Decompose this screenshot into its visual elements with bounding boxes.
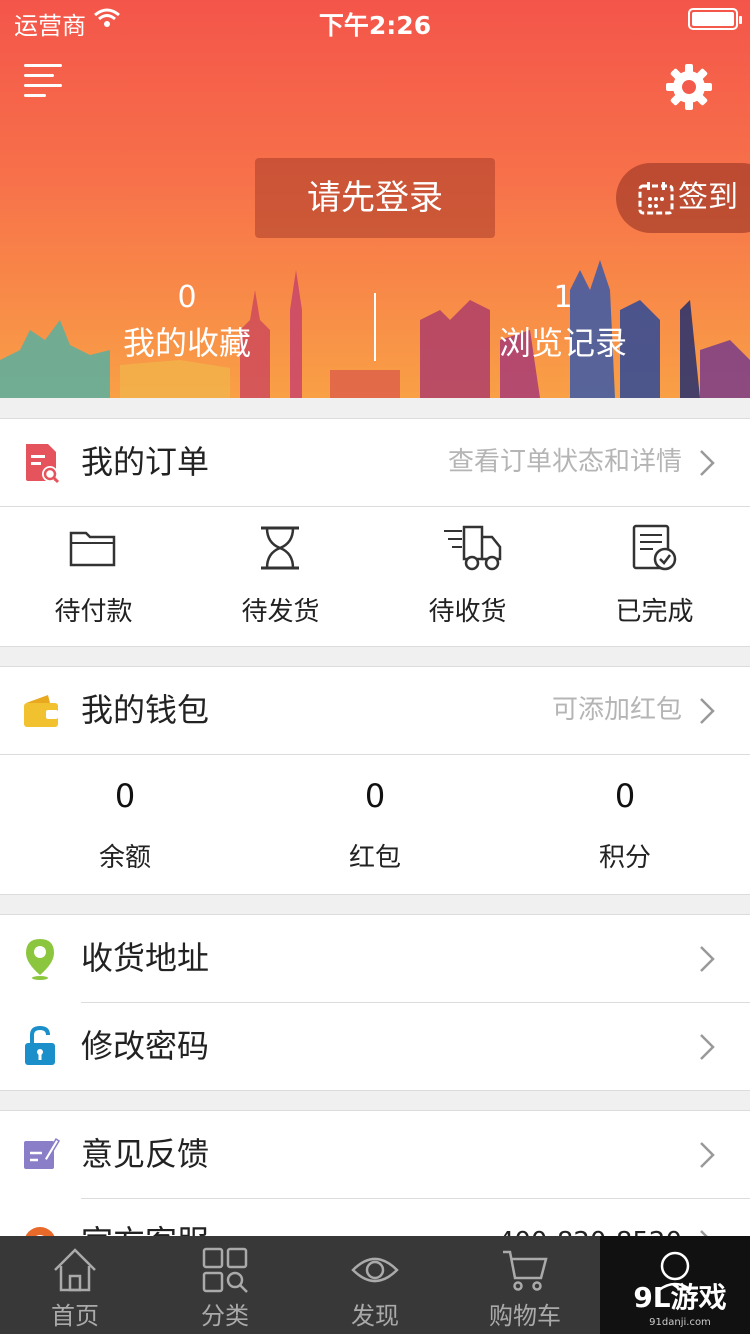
- order-status-label: 待发货: [241, 597, 320, 627]
- points-label: 积分: [598, 843, 651, 873]
- red-packet-value: 0: [364, 777, 386, 815]
- history-stat[interactable]: 1 浏览记录: [433, 278, 693, 368]
- calendar-icon: [638, 182, 674, 215]
- watermark-brand: 9L游戏: [633, 1281, 727, 1314]
- points-value: 0: [614, 777, 636, 815]
- hourglass-icon: [261, 526, 299, 570]
- lock-icon: [25, 1025, 55, 1065]
- checkin-label: 签到: [678, 180, 738, 215]
- chevron-right-icon: [700, 698, 715, 724]
- feedback-row[interactable]: 意见反馈: [0, 1111, 750, 1198]
- status-bar: 运营商 下午2:26: [0, 0, 750, 40]
- order-status-label: 已完成: [615, 597, 694, 627]
- wallet-balance[interactable]: 0 余额: [0, 755, 250, 894]
- tab-discover[interactable]: 发现: [300, 1236, 450, 1334]
- favorites-count: 0: [177, 280, 197, 315]
- chevron-right-icon: [700, 1142, 715, 1168]
- tab-label: 首页: [51, 1302, 99, 1330]
- clock: 下午2:26: [318, 11, 432, 40]
- shipping-address-title: 收货地址: [81, 939, 210, 977]
- order-status-label: 待付款: [54, 597, 133, 627]
- completed-doc-icon: [632, 524, 677, 571]
- home-icon: [54, 1248, 96, 1292]
- watermark-logo: 9L游戏 91danji.com: [610, 1280, 750, 1334]
- truck-icon: [444, 525, 502, 571]
- tab-home[interactable]: 首页: [0, 1236, 150, 1334]
- folder-icon: [69, 531, 116, 567]
- wallet-stats-grid: 0 余额 0 红包 0 积分: [0, 755, 750, 894]
- tab-category[interactable]: 分类: [150, 1236, 300, 1334]
- favorites-stat[interactable]: 0 我的收藏: [57, 278, 317, 368]
- support-card: 意见反馈 官方客服 400-820-8520: [0, 1110, 750, 1250]
- order-status-completed[interactable]: 已完成: [561, 507, 748, 646]
- wallet-points[interactable]: 0 积分: [500, 755, 750, 894]
- order-status-label: 待收货: [428, 597, 507, 627]
- order-document-icon: [26, 444, 60, 484]
- watermark-site: 91danji.com: [649, 1317, 711, 1328]
- my-orders-hint: 查看订单状态和详情: [447, 447, 682, 477]
- order-status-pending-receipt[interactable]: 待收货: [374, 507, 561, 646]
- change-password-title: 修改密码: [81, 1027, 210, 1065]
- my-orders-row[interactable]: 我的订单 查看订单状态和详情: [0, 419, 750, 506]
- shipping-address-row[interactable]: 收货地址: [0, 915, 750, 1002]
- chevron-right-icon: [700, 450, 715, 476]
- favorites-label: 我的收藏: [122, 324, 251, 362]
- stats-divider: [374, 293, 376, 361]
- my-wallet-hint: 可添加红包: [551, 695, 682, 725]
- tab-label: 发现: [351, 1302, 399, 1330]
- balance-label: 余额: [98, 843, 151, 873]
- tab-label: 分类: [201, 1302, 249, 1330]
- location-pin-icon: [26, 939, 54, 980]
- red-packet-label: 红包: [348, 843, 401, 873]
- feedback-edit-icon: [24, 1137, 61, 1169]
- feedback-title: 意见反馈: [81, 1135, 210, 1173]
- category-icon: [202, 1247, 248, 1293]
- chevron-right-icon: [700, 1034, 715, 1060]
- tab-label: 购物车: [489, 1302, 561, 1330]
- wallet-card: 我的钱包 可添加红包 0 余额 0 红包 0 积分: [0, 666, 750, 895]
- history-label: 浏览记录: [498, 324, 627, 362]
- menu-button[interactable]: [24, 62, 64, 98]
- checkin-button[interactable]: 签到: [616, 163, 750, 233]
- order-status-pending-payment[interactable]: 待付款: [0, 507, 187, 646]
- account-settings-card: 收货地址 修改密码: [0, 914, 750, 1091]
- orders-card: 我的订单 查看订单状态和详情 待付款 待发货 待收货 已完成: [0, 418, 750, 647]
- eye-icon: [351, 1257, 399, 1283]
- my-wallet-row[interactable]: 我的钱包 可添加红包: [0, 667, 750, 754]
- balance-value: 0: [114, 777, 136, 815]
- history-count: 1: [553, 280, 573, 315]
- cart-icon: [503, 1250, 548, 1291]
- my-wallet-title: 我的钱包: [81, 691, 210, 729]
- login-button[interactable]: 请先登录: [255, 158, 495, 238]
- my-orders-title: 我的订单: [81, 443, 210, 481]
- order-status-pending-shipment[interactable]: 待发货: [187, 507, 374, 646]
- wallet-icon: [24, 695, 58, 727]
- settings-gear-icon[interactable]: [664, 62, 714, 112]
- profile-header: 运营商 下午2:26 请先登录 签到 0 我的收藏 1 浏览记录: [0, 0, 750, 398]
- change-password-row[interactable]: 修改密码: [0, 1003, 750, 1090]
- battery-icon: [688, 8, 742, 30]
- chevron-right-icon: [700, 946, 715, 972]
- order-status-grid: 待付款 待发货 待收货 已完成: [0, 507, 750, 646]
- wallet-red-packets[interactable]: 0 红包: [250, 755, 500, 894]
- tab-cart[interactable]: 购物车: [450, 1236, 600, 1334]
